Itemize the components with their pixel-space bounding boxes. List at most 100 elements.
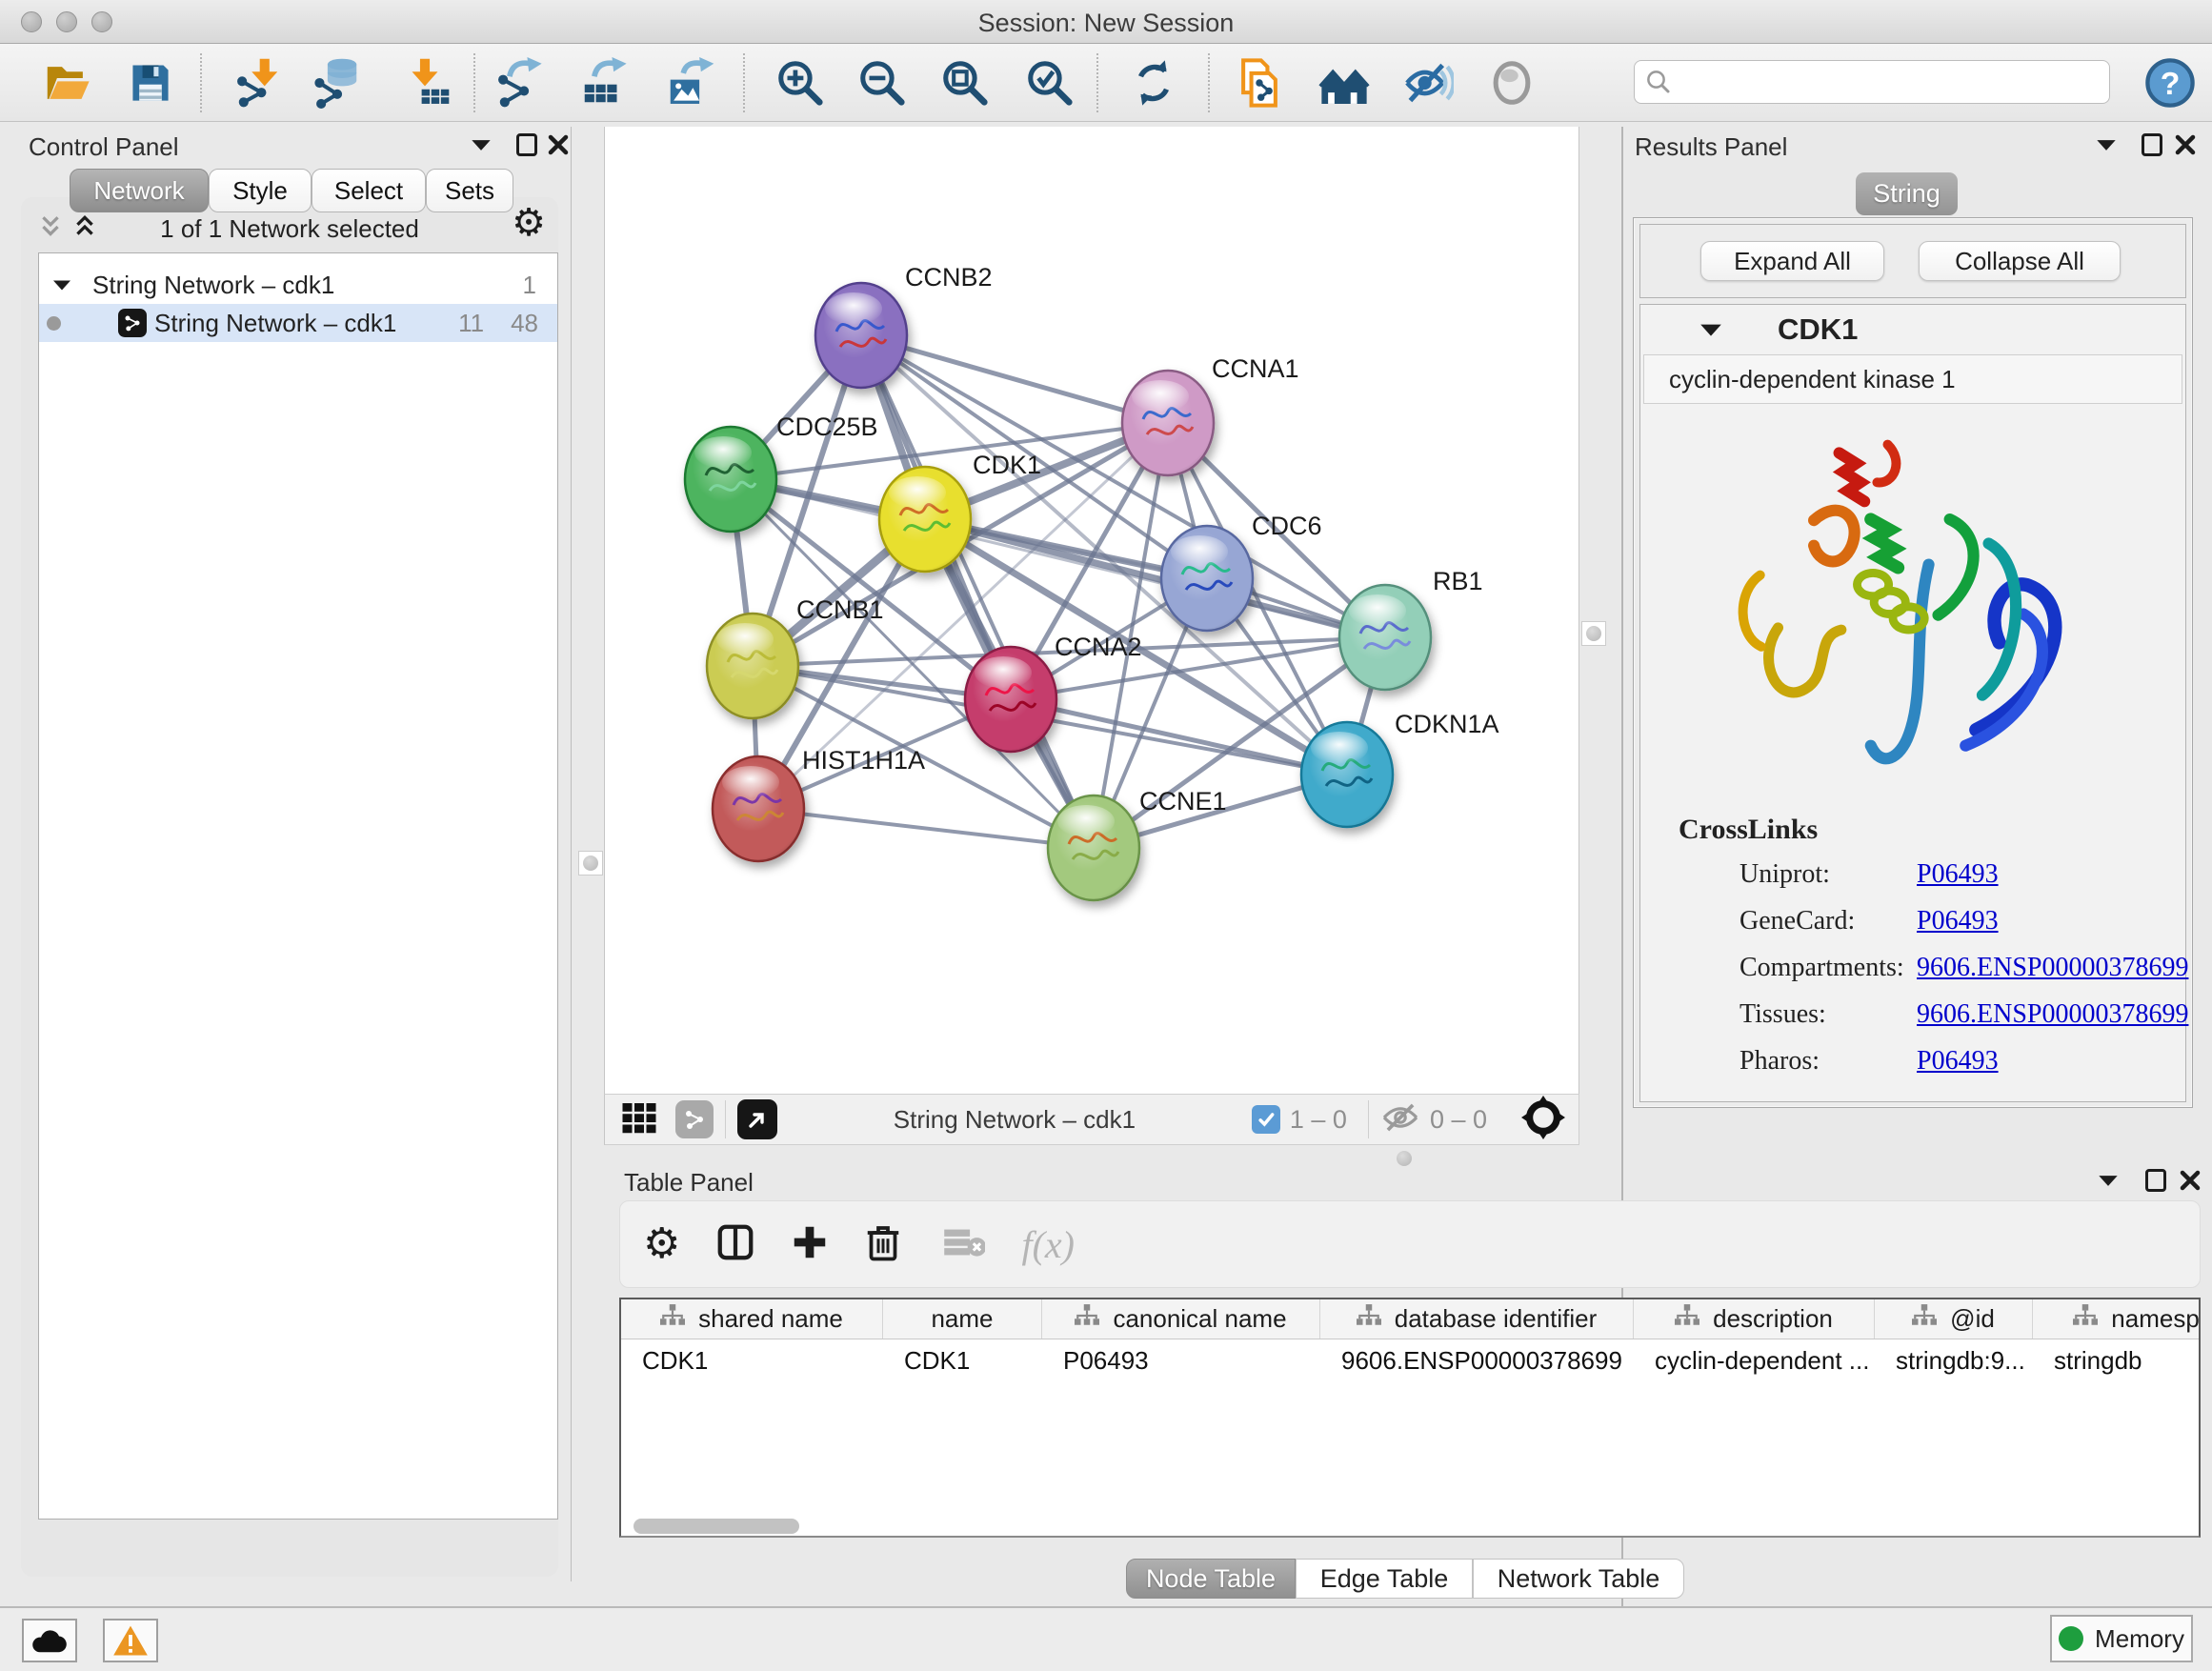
network-share-badge-icon[interactable] [675, 1100, 714, 1138]
crosslink-link[interactable]: 9606.ENSP00000378699 [1917, 999, 2188, 1030]
zoom-selected-icon[interactable] [1023, 56, 1076, 110]
tab-edge-table[interactable]: Edge Table [1296, 1559, 1473, 1599]
import-network-from-database-icon[interactable] [311, 56, 364, 110]
table-cell[interactable]: stringdb:9... [1875, 1346, 2033, 1376]
table-panel-menu-icon[interactable] [2094, 1166, 2122, 1195]
zoom-fit-content-icon[interactable] [938, 56, 992, 110]
string-network-icon [118, 309, 147, 337]
open-session-icon[interactable] [40, 56, 93, 110]
graph-node-CCNB2[interactable]: CCNB2 [815, 263, 993, 388]
control-panel-float-icon[interactable] [513, 131, 541, 159]
table-panel-close-icon[interactable] [2176, 1166, 2204, 1195]
help-icon[interactable]: ? [2143, 56, 2197, 110]
control-panel-menu-icon[interactable] [467, 131, 495, 159]
crosslink-link[interactable]: P06493 [1917, 906, 1999, 936]
table-cell[interactable]: CDK1 [621, 1346, 883, 1376]
expand-all-button[interactable]: Expand All [1700, 241, 1884, 281]
column-header-name[interactable]: name [883, 1299, 1042, 1339]
hide-unhide-icon[interactable] [1401, 56, 1455, 110]
warning-status-icon[interactable] [103, 1619, 158, 1662]
fit-selected-crosshair-icon[interactable] [1521, 1096, 1565, 1144]
network-row[interactable]: String Network – cdk1 11 48 [39, 304, 557, 342]
string-home-icon[interactable] [1317, 56, 1371, 110]
cloud-status-icon[interactable] [22, 1619, 77, 1662]
column-header-description[interactable]: description [1634, 1299, 1875, 1339]
hidden-eye-icon[interactable] [1380, 1101, 1420, 1138]
zoom-out-icon[interactable] [855, 56, 909, 110]
search-box[interactable] [1634, 60, 2110, 104]
graph-node-CCNE1[interactable]: CCNE1 [1048, 787, 1227, 900]
network-options-gear-icon[interactable]: ⚙ [514, 209, 543, 237]
results-panel-close-icon[interactable] [2171, 131, 2200, 159]
network-collection-row[interactable]: String Network – cdk1 1 [39, 266, 557, 304]
left-splitter-handle[interactable] [578, 851, 603, 876]
open-in-browser-icon[interactable] [737, 1099, 777, 1139]
network-tab-content: 1 of 1 Network selected ⚙ String Network… [21, 197, 558, 1577]
column-header-shared-name[interactable]: shared name [621, 1299, 883, 1339]
crosslink-link[interactable]: P06493 [1917, 859, 1999, 890]
column-header-namespace[interactable]: namespace [2033, 1299, 2201, 1339]
results-panel-menu-icon[interactable] [2092, 131, 2121, 159]
table-cell[interactable]: cyclin-dependent ... [1634, 1346, 1875, 1376]
graph-node-CDKN1A[interactable]: CDKN1A [1301, 710, 1499, 827]
collapse-all-button[interactable]: Collapse All [1919, 241, 2121, 281]
tab-node-table[interactable]: Node Table [1126, 1559, 1296, 1599]
show-columns-icon[interactable] [716, 1223, 754, 1266]
table-horizontal-scrollbar[interactable] [633, 1519, 799, 1534]
tab-network-table[interactable]: Network Table [1473, 1559, 1684, 1599]
table-cell[interactable]: P06493 [1042, 1346, 1320, 1376]
graph-node-CCNB1[interactable]: CCNB1 [707, 595, 884, 718]
delete-table-icon[interactable] [943, 1225, 985, 1264]
graph-node-CCNA1[interactable]: CCNA1 [1122, 354, 1299, 475]
application-window: Session: New Session [0, 0, 2212, 1671]
table-cell[interactable]: 9606.ENSP00000378699 [1320, 1346, 1634, 1376]
preview-eye-icon[interactable] [1485, 56, 1538, 110]
apply-layout-icon[interactable] [1127, 56, 1180, 110]
column-header-label: canonical name [1113, 1304, 1286, 1334]
tab-select[interactable]: Select [312, 169, 426, 212]
table-panel-float-icon[interactable] [2142, 1166, 2170, 1195]
results-panel-title: Results Panel [1635, 132, 1787, 162]
column-header-database-identifier[interactable]: database identifier [1320, 1299, 1634, 1339]
collection-expand-icon[interactable] [52, 278, 71, 292]
control-panel-close-icon[interactable] [544, 131, 573, 159]
selected-checkbox-icon[interactable] [1252, 1105, 1280, 1134]
right-splitter-handle[interactable] [1581, 621, 1606, 646]
delete-column-trash-icon[interactable] [865, 1223, 901, 1266]
protein-collapse-icon[interactable] [1699, 322, 1722, 337]
export-table-icon[interactable] [577, 56, 631, 110]
memory-button[interactable]: Memory [2050, 1615, 2193, 1662]
clone-network-icon[interactable] [1233, 56, 1286, 110]
add-column-icon[interactable] [791, 1223, 829, 1266]
import-network-icon[interactable] [231, 56, 285, 110]
save-session-icon[interactable] [124, 56, 177, 110]
crosslink-link[interactable]: 9606.ENSP00000378699 [1917, 953, 2188, 983]
column-header-label: namespace [2111, 1304, 2201, 1334]
tab-network[interactable]: Network [70, 169, 209, 212]
crosslink-link[interactable]: P06493 [1917, 1046, 1999, 1077]
export-network-icon[interactable] [493, 56, 546, 110]
memory-status-dot [2059, 1626, 2083, 1651]
table-cell[interactable]: CDK1 [883, 1346, 1042, 1376]
birds-eye-grid-icon[interactable] [620, 1098, 658, 1141]
function-builder-icon[interactable]: f(x) [1021, 1222, 1075, 1267]
column-header-canonical-name[interactable]: canonical name [1042, 1299, 1320, 1339]
network-view-canvas[interactable]: CCNB2CCNA1CDC25BCDK1CDC6RB1CCNB1CCNA2CDK… [604, 127, 1579, 1094]
tab-string[interactable]: String [1856, 172, 1958, 215]
export-image-icon[interactable] [663, 56, 716, 110]
tab-style[interactable]: Style [209, 169, 312, 212]
import-table-icon[interactable] [398, 56, 452, 110]
table-panel: Table Panel ⚙ f(x) sha [575, 1145, 2212, 1606]
network-list: String Network – cdk1 1 String Network –… [38, 252, 558, 1520]
memory-label: Memory [2095, 1624, 2184, 1654]
table-cell[interactable]: stringdb [2033, 1346, 2201, 1376]
graph-node-RB1[interactable]: RB1 [1339, 567, 1483, 690]
table-row[interactable]: CDK1CDK1P064939606.ENSP00000378699cyclin… [621, 1339, 2199, 1381]
tab-sets[interactable]: Sets [426, 169, 513, 212]
zoom-in-icon[interactable] [774, 56, 827, 110]
results-panel-float-icon[interactable] [2138, 131, 2166, 159]
protein-section-header[interactable]: CDK1 [1640, 305, 2185, 354]
crosslink-label: Compartments: [1739, 953, 1904, 983]
column-header--id[interactable]: @id [1875, 1299, 2033, 1339]
graph-node-HIST1H1A[interactable]: HIST1H1A [713, 746, 925, 861]
